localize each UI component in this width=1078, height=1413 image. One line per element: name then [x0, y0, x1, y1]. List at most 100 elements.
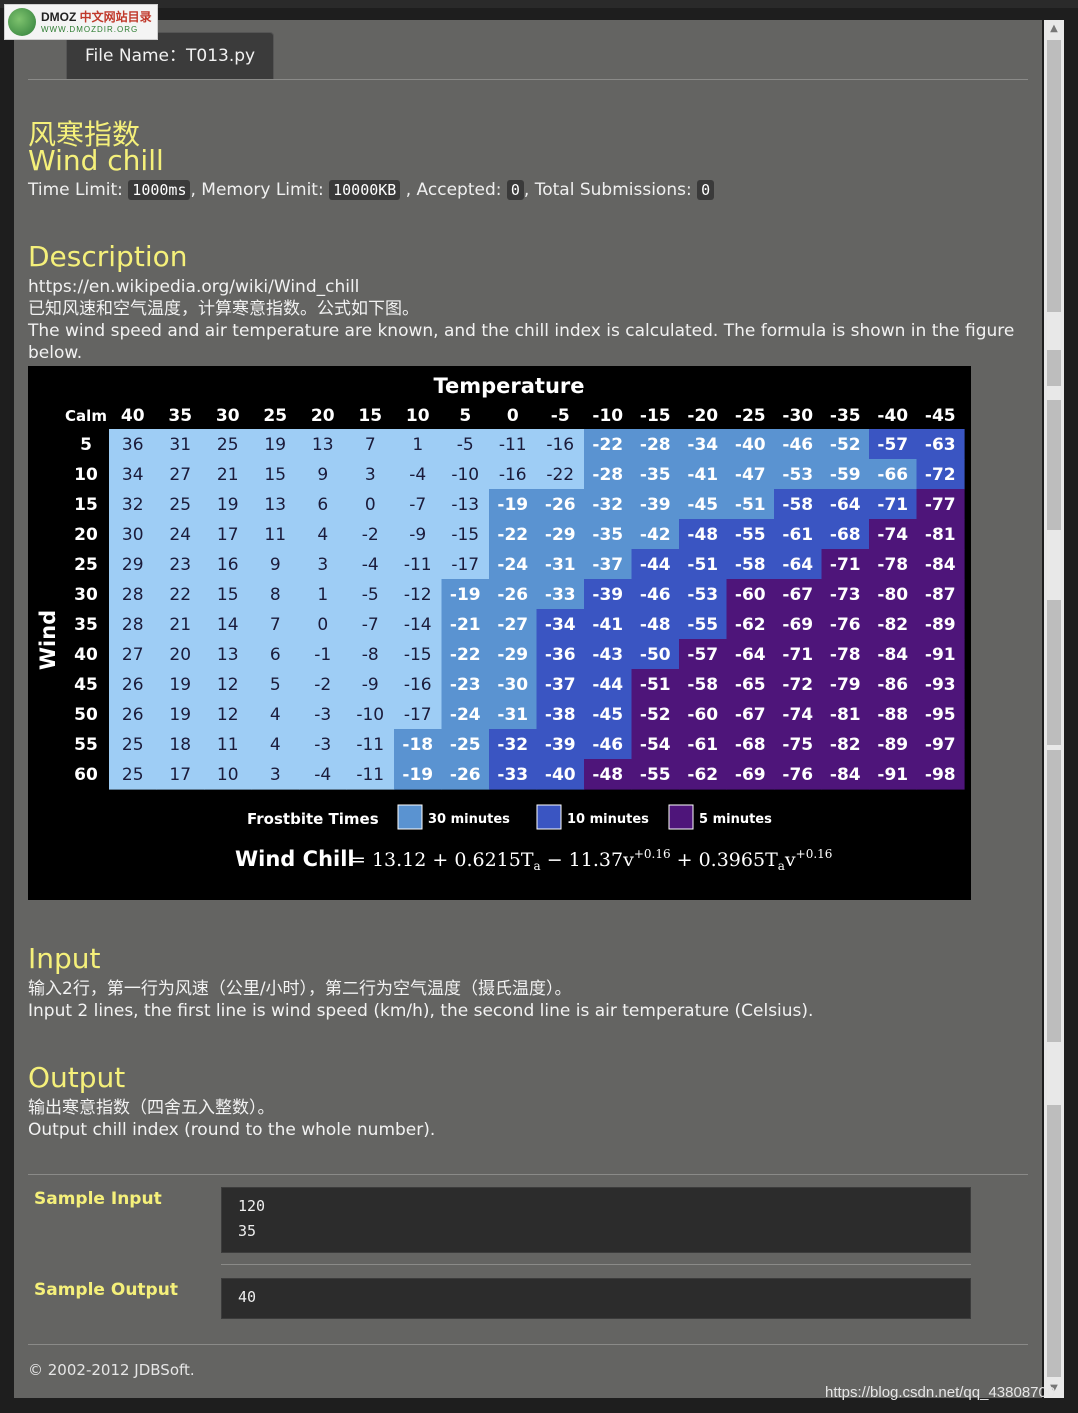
- wind-chill-value: -14: [404, 615, 432, 635]
- wind-chill-value: -24: [497, 555, 528, 575]
- wind-chill-value: -39: [592, 585, 623, 605]
- site-logo[interactable]: DMOZ 中文网站目录 WWW.DMOZDIR.ORG: [4, 4, 158, 40]
- scroll-up-arrow-icon[interactable]: ▲: [1044, 20, 1064, 38]
- wind-chill-value: -27: [497, 615, 528, 635]
- scrollbar-thumb[interactable]: [1047, 750, 1061, 1042]
- wind-chill-value: 13: [217, 645, 239, 665]
- temperature-tick-label: 35: [168, 406, 192, 426]
- wind-chill-value: 22: [169, 585, 191, 605]
- wind-chill-value: -76: [830, 615, 861, 635]
- input-desc-zh: 输入2行，第一行为风速（公里/小时），第二行为空气温度（摄氏温度）。: [28, 979, 572, 999]
- wind-chill-value: 19: [169, 705, 191, 725]
- wind-chill-value: -32: [497, 735, 528, 755]
- wind-chill-value: -10: [356, 705, 384, 725]
- legend: Frostbite Times 30 minutes 10 minutes 5 mi…: [247, 804, 772, 830]
- wind-chill-value: -36: [545, 645, 576, 665]
- wind-chill-value: -15: [451, 525, 479, 545]
- wind-chill-value: -12: [404, 585, 432, 605]
- wind-chill-value: -40: [735, 435, 766, 455]
- watermark: https://blog.csdn.net/qq_43808700: [825, 1384, 1056, 1401]
- problem-title-en: Wind chill: [28, 144, 164, 177]
- output-desc-zh: 输出寒意指数（四舍五入整数）。: [28, 1098, 275, 1118]
- scrollbar-thumb[interactable]: [1047, 600, 1061, 745]
- wind-chill-value: 13: [264, 495, 286, 515]
- wind-chill-value: 4: [317, 525, 328, 545]
- wind-chill-value: -9: [362, 675, 379, 695]
- temperature-tick-label: -45: [925, 406, 956, 426]
- wind-chill-value: -84: [877, 645, 908, 665]
- wind-chill-value: -64: [782, 555, 813, 575]
- wind-chill-value: -26: [450, 765, 481, 785]
- wind-chill-value: -71: [877, 495, 908, 515]
- wind-chill-value: 27: [122, 645, 144, 665]
- wind-chill-value: 26: [122, 705, 144, 725]
- wind-chill-value: 26: [122, 675, 144, 695]
- temperature-tick-label: -30: [782, 406, 813, 426]
- wind-chill-value: -37: [545, 675, 576, 695]
- temperature-tick-label: -5: [551, 406, 570, 426]
- wind-chill-value: -63: [925, 435, 956, 455]
- wind-chill-value: 28: [122, 615, 144, 635]
- wind-chill-value: -30: [497, 675, 528, 695]
- wind-chill-value: -89: [877, 735, 908, 755]
- wind-chill-value: -11: [356, 765, 384, 785]
- wind-chill-value: -82: [877, 615, 908, 635]
- wind-chill-value: -31: [545, 555, 576, 575]
- wind-chill-value: -58: [687, 675, 718, 695]
- wind-chill-value: -21: [450, 615, 481, 635]
- formula-expression: = 13.12 + 0.6215Ta − 11.37v+0.16 + 0.396…: [350, 847, 832, 873]
- wind-chill-value: -88: [877, 705, 908, 725]
- wind-chill-value: -78: [830, 645, 861, 665]
- output-heading: Output: [28, 1061, 126, 1094]
- wind-chill-value: -19: [402, 765, 433, 785]
- wind-chill-value: -28: [640, 435, 671, 455]
- vertical-scrollbar[interactable]: ▲ ▼: [1044, 20, 1064, 1398]
- wind-tick-label: 20: [74, 525, 98, 545]
- wind-chill-value: 15: [264, 465, 286, 485]
- wind-chill-value: -40: [545, 765, 576, 785]
- wind-tick-label: 10: [74, 465, 98, 485]
- wind-chill-value: -66: [877, 465, 908, 485]
- wind-chill-value: -72: [782, 675, 813, 695]
- wind-chill-value: -87: [925, 585, 956, 605]
- wind-chill-value: -16: [404, 675, 432, 695]
- globe-icon: [8, 8, 36, 36]
- wind-chill-value: -57: [687, 645, 718, 665]
- wind-chill-value: -11: [499, 435, 527, 455]
- temperature-tick-label: 5: [459, 406, 471, 426]
- wind-chill-value: 20: [169, 645, 191, 665]
- problem-limits: Time Limit: 1000ms, Memory Limit: 10000K…: [28, 180, 715, 200]
- wind-chill-value: -22: [450, 645, 481, 665]
- wind-chill-value: -65: [735, 675, 766, 695]
- wind-chill-value: -2: [314, 675, 331, 695]
- temperature-tick-label: 40: [121, 406, 145, 426]
- accepted-label: , Accepted:: [405, 180, 502, 200]
- scrollbar-thumb[interactable]: [1047, 40, 1061, 312]
- temperature-tick-label: 20: [311, 406, 335, 426]
- wind-chill-value: -78: [877, 555, 908, 575]
- wind-chill-value: -67: [782, 585, 813, 605]
- wind-chill-value: 23: [169, 555, 191, 575]
- wind-chill-value: -82: [830, 735, 861, 755]
- wind-chill-value: 21: [169, 615, 191, 635]
- sample-output-box[interactable]: 40: [221, 1278, 971, 1319]
- wind-chill-value: -58: [782, 495, 813, 515]
- sample-input-box[interactable]: 120 35: [221, 1187, 971, 1253]
- wind-chill-value: -81: [925, 525, 956, 545]
- scrollbar-thumb[interactable]: [1047, 400, 1061, 530]
- wind-chill-value: -54: [640, 735, 671, 755]
- wind-chill-value: -67: [735, 705, 766, 725]
- wind-chill-value: -19: [497, 495, 528, 515]
- memory-limit-label: , Memory Limit:: [190, 180, 324, 200]
- wind-chill-value: -17: [451, 555, 479, 575]
- temperature-tick-label: 10: [406, 406, 430, 426]
- wind-chill-value: 17: [169, 765, 191, 785]
- wind-tick-label: 60: [74, 765, 98, 785]
- logo-url: WWW.DMOZDIR.ORG: [41, 25, 139, 34]
- scrollbar-thumb[interactable]: [1047, 1105, 1061, 1377]
- wind-chill-value: -26: [497, 585, 528, 605]
- scrollbar-thumb[interactable]: [1047, 350, 1061, 386]
- wind-chill-value: 31: [169, 435, 191, 455]
- wind-chill-value: -69: [782, 615, 813, 635]
- wind-chill-value: -59: [830, 465, 861, 485]
